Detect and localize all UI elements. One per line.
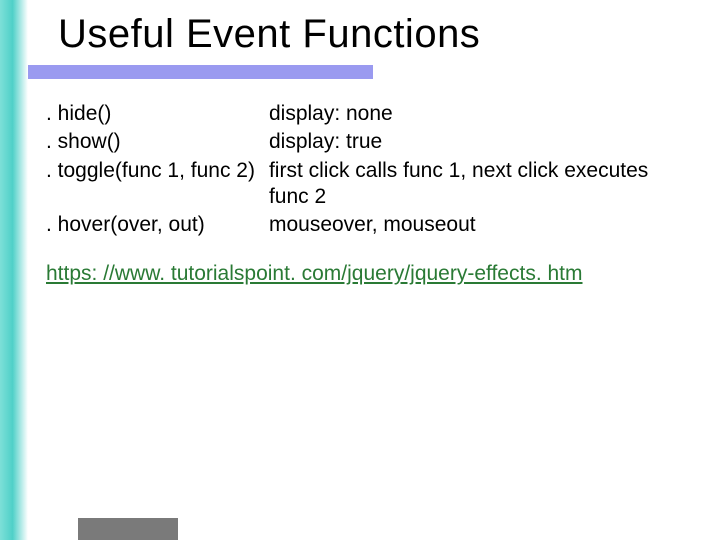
- page-title: Useful Event Functions: [28, 0, 720, 65]
- function-desc: display: none: [269, 101, 690, 129]
- body-area: . hide() display: none . show() display:…: [28, 79, 720, 286]
- function-name: . hide(): [46, 101, 269, 129]
- function-desc: display: true: [269, 129, 690, 157]
- decorative-left-strip: [0, 0, 28, 540]
- footer-decoration: [78, 518, 178, 540]
- function-desc: first click calls func 1, next click exe…: [269, 158, 690, 213]
- function-name: . show(): [46, 129, 269, 157]
- table-row: . toggle(func 1, func 2) first click cal…: [46, 158, 690, 213]
- function-name: . toggle(func 1, func 2): [46, 158, 269, 213]
- table-row: . hover(over, out) mouseover, mouseout: [46, 212, 690, 240]
- slide-content: Useful Event Functions . hide() display:…: [28, 0, 720, 540]
- table-row: . show() display: true: [46, 129, 690, 157]
- reference-link[interactable]: https: //www. tutorialspoint. com/jquery…: [46, 262, 690, 286]
- functions-table: . hide() display: none . show() display:…: [46, 101, 690, 240]
- function-desc: mouseover, mouseout: [269, 212, 690, 240]
- function-name: . hover(over, out): [46, 212, 269, 240]
- title-underline: [28, 65, 373, 79]
- table-row: . hide() display: none: [46, 101, 690, 129]
